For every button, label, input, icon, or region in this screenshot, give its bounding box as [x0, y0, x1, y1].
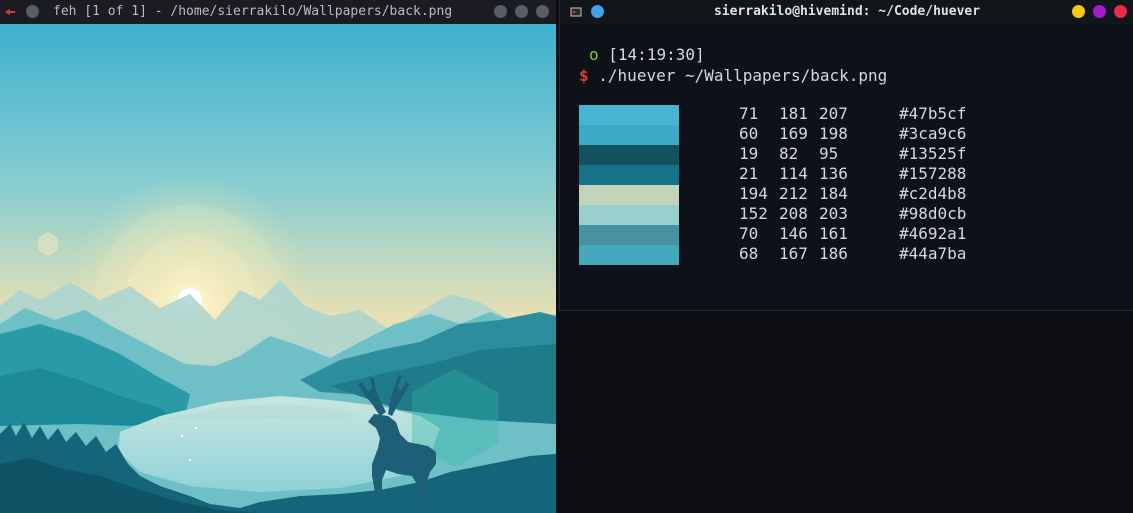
feh-titlebar[interactable]: feh [1 of 1] - /home/sierrakilo/Wallpape…: [0, 0, 556, 24]
hex-value: #3ca9c6: [899, 124, 967, 143]
terminal-output[interactable]: o [14:19:30] $ ./huever ~/Wallpapers/bac…: [560, 24, 1133, 311]
rgb-green-value: 146: [779, 224, 808, 243]
close-button[interactable]: [536, 5, 549, 18]
hex-value: #c2d4b8: [899, 184, 967, 203]
rgb-blue-value: 136: [819, 164, 848, 183]
color-swatch: [579, 225, 679, 245]
rgb-blue-value: 95: [819, 144, 839, 163]
desktop-background: [556, 311, 1133, 513]
rgb-green-value: 167: [779, 244, 808, 263]
rgb-red-value: 68: [739, 244, 759, 263]
rgb-red-value: 152: [739, 204, 768, 223]
hex-value: #157288: [899, 164, 967, 183]
rgb-red-value: 194: [739, 184, 768, 203]
window-menu-icon[interactable]: [26, 5, 39, 18]
maximize-button[interactable]: [1093, 5, 1106, 18]
prompt-time-line: o [14:19:30]: [589, 45, 705, 64]
terminal-window-title: sierrakilo@hivemind: ~/Code/huever: [713, 4, 981, 19]
rgb-blue-value: 207: [819, 104, 848, 123]
color-swatch: [579, 185, 679, 205]
maximize-button[interactable]: [515, 5, 528, 18]
rgb-green-value: 208: [779, 204, 808, 223]
rgb-red-value: 60: [739, 124, 759, 143]
wallpaper-image: [0, 24, 556, 513]
terminal-titlebar[interactable]: sierrakilo@hivemind: ~/Code/huever: [560, 0, 1133, 24]
hex-value: #44a7ba: [899, 244, 967, 263]
terminal-window[interactable]: sierrakilo@hivemind: ~/Code/huever o [14…: [559, 0, 1133, 311]
minimize-button[interactable]: [494, 5, 507, 18]
color-swatch: [579, 165, 679, 185]
rgb-blue-value: 203: [819, 204, 848, 223]
feh-window-title: feh [1 of 1] - /home/sierrakilo/Wallpape…: [53, 4, 453, 19]
hex-value: #4692a1: [899, 224, 967, 243]
rgb-green-value: 114: [779, 164, 808, 183]
hex-value: #13525f: [899, 144, 967, 163]
close-button[interactable]: [1114, 5, 1127, 18]
prompt-symbol: $: [579, 66, 589, 85]
minimize-button[interactable]: [1072, 5, 1085, 18]
rgb-red-value: 70: [739, 224, 759, 243]
color-swatch: [579, 145, 679, 165]
color-swatch: [579, 205, 679, 225]
color-swatch: [579, 125, 679, 145]
rgb-blue-value: 198: [819, 124, 848, 143]
rgb-green-value: 82: [779, 144, 799, 163]
rgb-red-value: 19: [739, 144, 759, 163]
prompt-marker: o: [589, 45, 599, 64]
command-text: ./huever ~/Wallpapers/back.png: [598, 66, 888, 85]
prompt-time: [14:19:30]: [608, 45, 705, 64]
rgb-green-value: 169: [779, 124, 808, 143]
rgb-green-value: 212: [779, 184, 808, 203]
color-swatch: [579, 105, 679, 125]
rgb-blue-value: 186: [819, 244, 848, 263]
hex-value: #47b5cf: [899, 104, 967, 123]
feh-app-icon: [5, 9, 15, 15]
rgb-red-value: 21: [739, 164, 759, 183]
rgb-blue-value: 161: [819, 224, 848, 243]
hex-value: #98d0cb: [899, 204, 967, 223]
wallpaper-illustration: [0, 24, 556, 513]
command-line: $ ./huever ~/Wallpapers/back.png: [579, 66, 887, 85]
color-swatch: [579, 245, 679, 265]
feh-window: feh [1 of 1] - /home/sierrakilo/Wallpape…: [0, 0, 556, 513]
rgb-blue-value: 184: [819, 184, 848, 203]
rgb-red-value: 71: [739, 104, 759, 123]
rgb-green-value: 181: [779, 104, 808, 123]
